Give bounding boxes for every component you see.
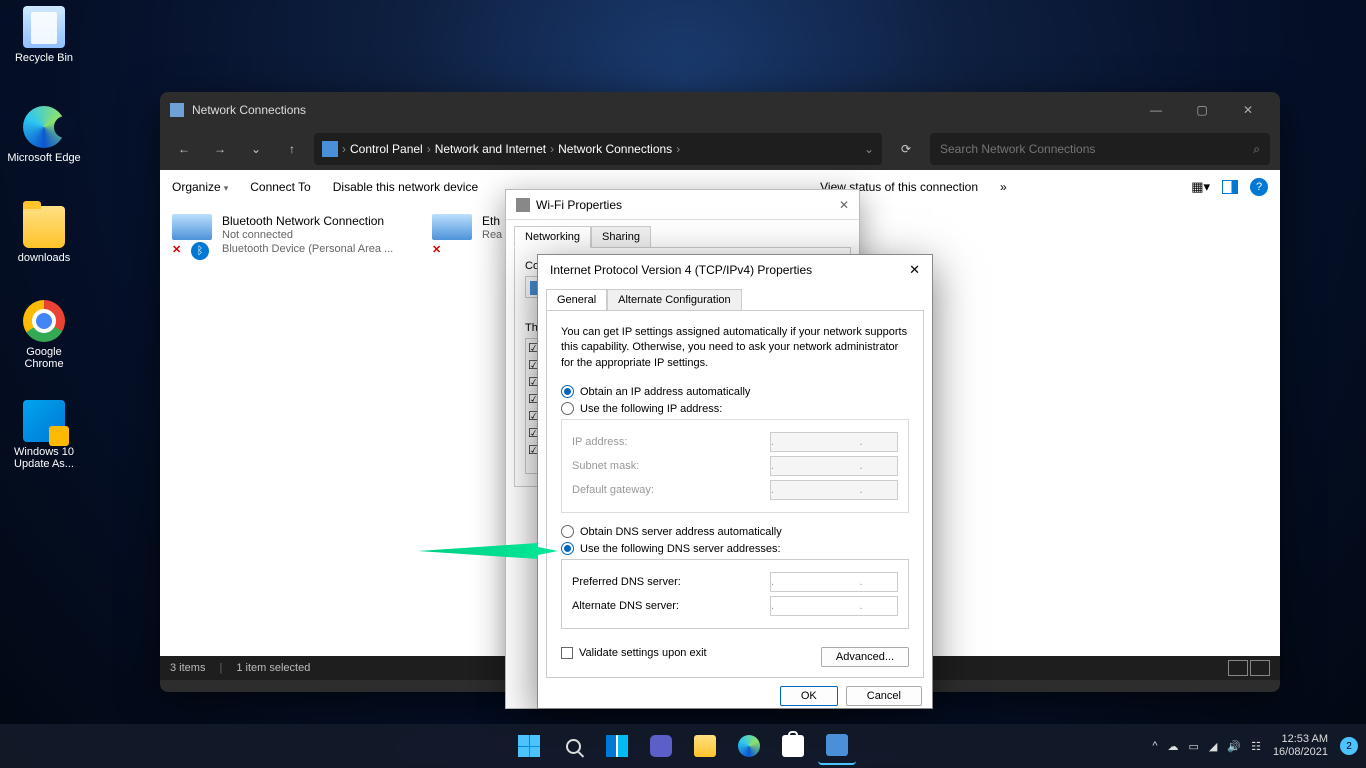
radio-icon — [561, 402, 574, 415]
search-button[interactable] — [554, 727, 592, 765]
radio-auto-dns[interactable]: Obtain DNS server address automatically — [561, 525, 909, 538]
recycle-bin[interactable]: Recycle Bin — [6, 6, 82, 64]
tab-networking[interactable]: Networking — [514, 226, 591, 248]
chrome-shortcut[interactable]: Google Chrome — [6, 300, 82, 370]
window-title: Network Connections — [192, 103, 1134, 117]
large-icons-view-button[interactable] — [1250, 660, 1270, 676]
start-button[interactable] — [510, 727, 548, 765]
selection-count: 1 item selected — [236, 662, 310, 674]
address-bar[interactable]: › Control Panel› Network and Internet› N… — [314, 133, 882, 165]
location-icon — [322, 141, 338, 157]
connection-name: Bluetooth Network Connection — [222, 214, 393, 228]
store-button[interactable] — [774, 727, 812, 765]
cancel-button[interactable]: Cancel — [846, 686, 922, 706]
radio-manual-dns[interactable]: Use the following DNS server addresses: — [561, 542, 909, 555]
gateway-label: Default gateway: — [572, 484, 770, 496]
connection-name: Eth — [482, 214, 502, 228]
dialog-title: Internet Protocol Version 4 (TCP/IPv4) P… — [550, 263, 812, 277]
connection-device: Bluetooth Device (Personal Area ... — [222, 242, 393, 256]
minimize-button[interactable]: — — [1134, 95, 1178, 125]
alternate-dns-input[interactable] — [770, 596, 898, 616]
preferred-dns-label: Preferred DNS server: — [572, 576, 770, 588]
ip-address-label: IP address: — [572, 436, 770, 448]
tray-chevron-icon[interactable]: ^ — [1152, 740, 1157, 752]
search-icon[interactable]: ⌕ — [1253, 142, 1260, 157]
ipv4-properties-dialog: Internet Protocol Version 4 (TCP/IPv4) P… — [537, 254, 933, 709]
maximize-button[interactable]: ▢ — [1180, 95, 1224, 125]
ok-button[interactable]: OK — [780, 686, 838, 706]
onedrive-icon[interactable]: ☁ — [1167, 740, 1178, 753]
view-options[interactable]: ▦▾ — [1191, 179, 1210, 195]
forward-button[interactable]: → — [206, 135, 234, 163]
downloads-folder[interactable]: downloads — [6, 206, 82, 264]
alternate-dns-label: Alternate DNS server: — [572, 600, 770, 612]
close-button[interactable]: ✕ — [839, 198, 849, 212]
up-button[interactable]: ↑ — [278, 135, 306, 163]
refresh-button[interactable]: ⟳ — [890, 133, 922, 165]
task-view-button[interactable] — [598, 727, 636, 765]
language-icon[interactable]: ☷ — [1251, 740, 1261, 753]
preview-pane[interactable] — [1222, 180, 1238, 194]
close-button[interactable]: ✕ — [909, 262, 920, 278]
dialog-title: Wi-Fi Properties — [536, 198, 622, 212]
radio-icon — [561, 385, 574, 398]
more-commands[interactable]: » — [1000, 180, 1007, 194]
address-dropdown[interactable]: ⌄ — [864, 142, 874, 156]
subnet-label: Subnet mask: — [572, 460, 770, 472]
close-button[interactable]: ✕ — [1226, 95, 1270, 125]
radio-icon — [561, 542, 574, 555]
radio-manual-ip[interactable]: Use the following IP address: — [561, 402, 909, 415]
edge-button[interactable] — [730, 727, 768, 765]
settings-button[interactable] — [818, 727, 856, 765]
clock[interactable]: 12:53 AM 16/08/2021 — [1273, 733, 1328, 759]
breadcrumb-item[interactable]: Network and Internet — [435, 142, 546, 156]
help-button[interactable]: ? — [1250, 178, 1268, 196]
subnet-input — [770, 456, 898, 476]
chat-button[interactable] — [642, 727, 680, 765]
file-explorer-button[interactable] — [686, 727, 724, 765]
connect-to[interactable]: Connect To — [250, 180, 311, 194]
dialog-icon — [516, 198, 530, 212]
wifi-icon[interactable]: ◢ — [1209, 740, 1217, 753]
recent-dropdown[interactable]: ⌄ — [242, 135, 270, 163]
window-icon — [170, 103, 184, 117]
tab-sharing[interactable]: Sharing — [591, 226, 651, 247]
notification-badge[interactable]: 2 — [1340, 737, 1358, 755]
connection-device: Rea — [482, 228, 502, 242]
preferred-dns-input[interactable] — [770, 572, 898, 592]
ip-address-input — [770, 432, 898, 452]
organize-menu[interactable]: Organize — [172, 180, 228, 194]
windows-update-assistant[interactable]: Windows 10 Update As... — [6, 400, 82, 470]
tab-general[interactable]: General — [546, 289, 607, 311]
volume-icon[interactable]: 🔊 — [1227, 740, 1241, 753]
system-tray[interactable]: ^ ☁ ▭ ◢ 🔊 ☷ — [1152, 740, 1261, 753]
radio-auto-ip[interactable]: Obtain an IP address automatically — [561, 385, 909, 398]
titlebar[interactable]: Network Connections — ▢ ✕ — [160, 92, 1280, 128]
edge-shortcut[interactable]: Microsoft Edge — [6, 106, 82, 164]
disable-device[interactable]: Disable this network device — [333, 180, 478, 194]
gateway-input — [770, 480, 898, 500]
search-input[interactable] — [940, 142, 1253, 156]
intro-text: You can get IP settings assigned automat… — [561, 325, 909, 371]
taskbar: ^ ☁ ▭ ◢ 🔊 ☷ 12:53 AM 16/08/2021 2 — [0, 724, 1366, 768]
back-button[interactable]: ← — [170, 135, 198, 163]
battery-icon[interactable]: ▭ — [1188, 740, 1198, 753]
bluetooth-connection[interactable]: ᛒ Bluetooth Network Connection Not conne… — [172, 214, 402, 257]
item-count: 3 items — [170, 662, 205, 674]
advanced-button[interactable]: Advanced... — [821, 647, 909, 667]
tab-alternate[interactable]: Alternate Configuration — [607, 289, 742, 310]
breadcrumb-item[interactable]: Network Connections — [558, 142, 672, 156]
connection-status: Not connected — [222, 228, 393, 242]
search-box[interactable]: ⌕ — [930, 133, 1270, 165]
breadcrumb-item[interactable]: Control Panel — [350, 142, 423, 156]
checkbox-icon — [561, 647, 573, 659]
radio-icon — [561, 525, 574, 538]
details-view-button[interactable] — [1228, 660, 1248, 676]
